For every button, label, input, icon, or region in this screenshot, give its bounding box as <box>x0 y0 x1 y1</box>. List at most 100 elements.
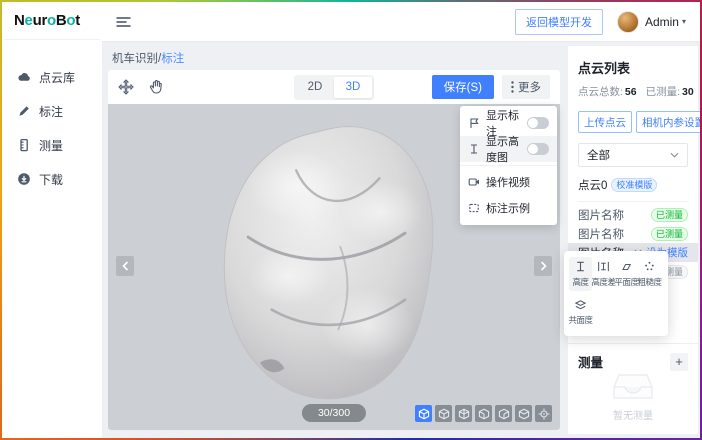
view-orientation-button-3[interactable] <box>475 405 492 422</box>
total-value: 56 <box>625 86 637 98</box>
logo-text: t <box>75 12 80 29</box>
view-orientation-bar <box>415 405 552 422</box>
cube-icon <box>498 408 510 420</box>
coplanarity-tool-icon <box>574 298 587 311</box>
pointcloud-group-row[interactable]: 点云0 校准模版 <box>578 177 688 202</box>
cloud-icon <box>17 70 31 84</box>
sidebar-item-annotation[interactable]: 标注 <box>2 94 102 128</box>
tool-coplanarity[interactable]: 共面度 <box>569 295 592 329</box>
view-orientation-button-5[interactable] <box>515 405 532 422</box>
image-name: 图片名称 <box>578 207 624 223</box>
cube-icon <box>518 408 530 420</box>
tool-label: 高度差 <box>592 276 616 288</box>
app-window: NeuroBot 点云库 标注 测量 下载 返回模型开发 <box>2 2 700 438</box>
cube-icon <box>478 408 490 420</box>
menu-item-label: 标注示例 <box>486 200 530 216</box>
tooth-3d-model[interactable] <box>203 112 458 417</box>
camera-intrinsics-button[interactable]: 相机内参设置 <box>636 111 700 133</box>
tool-flatness[interactable]: 平面度 <box>615 257 638 291</box>
tool-label: 平面度 <box>615 276 639 288</box>
sidebar: NeuroBot 点云库 标注 测量 下载 <box>2 2 102 438</box>
view-orientation-button-2[interactable] <box>455 405 472 422</box>
user-name[interactable]: Admin <box>645 15 679 29</box>
view-orientation-button-1[interactable] <box>435 405 452 422</box>
menu-separator <box>460 165 557 166</box>
more-dropdown-menu: 显示标注 显示高度图 操作视频 标注示例 <box>460 106 557 225</box>
logo-text: N <box>14 12 25 29</box>
download-icon <box>17 172 31 186</box>
panel-title: 点云列表 <box>578 58 688 77</box>
show-heightmap-toggle[interactable] <box>527 143 549 155</box>
hand-tool-icon[interactable] <box>148 79 164 95</box>
view-default-button[interactable] <box>415 405 432 422</box>
ruler-icon <box>17 138 31 152</box>
topbar: 返回模型开发 Admin ▾ <box>102 2 700 42</box>
measured-label: 已测量: <box>646 86 680 98</box>
menu-item-annotation-example[interactable]: 标注示例 <box>460 195 557 221</box>
video-icon <box>468 176 480 188</box>
move-tool-icon[interactable] <box>118 79 134 95</box>
tools-row: 共面度 <box>569 295 663 329</box>
tool-roughness[interactable]: 粗糙度 <box>638 257 661 291</box>
more-button-label: 更多 <box>518 79 541 95</box>
height-diff-tool-icon <box>597 260 610 273</box>
logo-text: B <box>56 12 67 29</box>
list-item[interactable]: 图片名称 已测量 <box>568 224 698 243</box>
locate-center-button[interactable] <box>535 405 552 422</box>
logo-text: ur <box>33 12 47 29</box>
filter-select-value: 全部 <box>587 147 610 163</box>
chevron-left-icon <box>122 261 129 271</box>
list-item[interactable]: 图片名称 已测量 <box>568 205 698 224</box>
mode-2d-button[interactable]: 2D <box>296 77 334 98</box>
pointcloud-name: 点云0 <box>578 177 607 193</box>
mode-3d-button[interactable]: 3D <box>334 77 372 98</box>
back-to-model-dev-button[interactable]: 返回模型开发 <box>515 9 603 35</box>
tool-height-diff[interactable]: 高度差 <box>592 257 615 291</box>
tool-height[interactable]: 高度 <box>569 257 592 291</box>
logo-gear-letter: o <box>47 12 56 29</box>
upload-pointcloud-button[interactable]: 上传点云 <box>578 111 632 133</box>
empty-inbox-icon <box>611 367 655 403</box>
sidebar-item-label: 下载 <box>39 171 63 188</box>
image-counter: 30/300 <box>302 404 366 422</box>
next-image-button[interactable] <box>534 256 552 276</box>
measured-value: 30 <box>682 86 694 98</box>
caret-down-icon[interactable]: ▾ <box>682 17 686 26</box>
sidebar-item-measure[interactable]: 测量 <box>2 128 102 162</box>
screenshot-frame: NeuroBot 点云库 标注 测量 下载 返回模型开发 <box>0 0 702 440</box>
menu-item-label: 操作视频 <box>486 174 530 190</box>
sidebar-item-label: 测量 <box>39 137 63 154</box>
measure-tools-popup: 高度 高度差 平面度 粗糙度 <box>564 251 668 336</box>
measured-stat: 已测量:30 <box>646 84 694 99</box>
viewer-card: 2D 3D 保存(S) 更多 <box>108 70 560 430</box>
chevron-down-icon <box>670 152 679 158</box>
content-area: 机车识别/标注 2D 3D 保存(S) 更多 <box>102 42 700 438</box>
prev-image-button[interactable] <box>116 256 134 276</box>
save-button[interactable]: 保存(S) <box>432 75 494 99</box>
canvas-toolbar: 2D 3D 保存(S) 更多 <box>108 70 560 104</box>
roughness-tool-icon <box>643 260 656 273</box>
breadcrumb-current: 标注 <box>161 53 184 65</box>
status-badge: 已测量 <box>651 208 688 222</box>
pen-icon <box>17 104 31 118</box>
sidebar-nav: 点云库 标注 测量 下载 <box>2 60 102 196</box>
sidebar-item-pointcloud-library[interactable]: 点云库 <box>2 60 102 94</box>
breadcrumb-parent[interactable]: 机车识别 <box>112 53 158 65</box>
menu-item-show-heightmap[interactable]: 显示高度图 <box>460 136 557 162</box>
panel-stats: 点云总数:56 已测量:30 <box>578 84 688 99</box>
more-button[interactable]: 更多 <box>502 75 550 99</box>
app-logo: NeuroBot <box>4 2 100 40</box>
avatar[interactable] <box>617 11 639 33</box>
tool-label: 粗糙度 <box>638 276 662 288</box>
show-annotation-toggle[interactable] <box>527 117 549 129</box>
menu-item-label: 显示高度图 <box>486 133 521 165</box>
sidebar-item-download[interactable]: 下载 <box>2 162 102 196</box>
collapse-menu-icon[interactable] <box>116 15 131 29</box>
empty-state: 暂无测量 <box>568 367 698 422</box>
menu-item-tutorial-video[interactable]: 操作视频 <box>460 169 557 195</box>
image-name: 图片名称 <box>578 226 624 242</box>
height-tool-icon <box>574 260 587 273</box>
filter-select[interactable]: 全部 <box>578 143 688 167</box>
view-orientation-button-4[interactable] <box>495 405 512 422</box>
logo-gear-letter: o <box>66 12 75 29</box>
